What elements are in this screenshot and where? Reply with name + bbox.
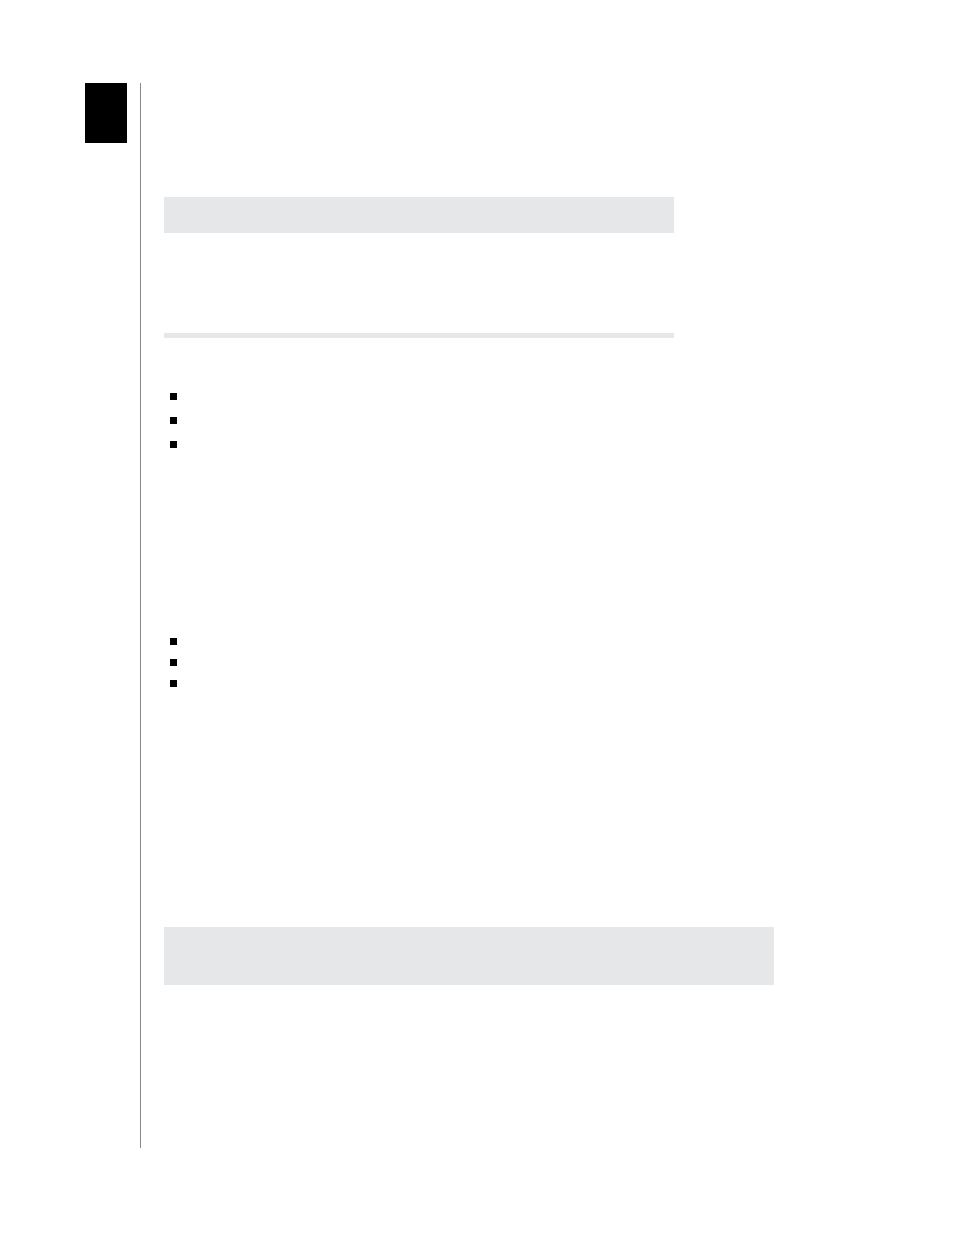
highlight-band-bottom [164,927,774,985]
section-tab-marker [85,83,127,143]
highlight-band-top [164,197,674,233]
bullet-list-2 [170,638,864,687]
bullet-icon [170,680,177,687]
bullet-icon [170,417,177,424]
bullet-list-1 [170,393,864,448]
spacer [164,92,864,152]
vertical-rule [140,83,141,1148]
bullet-icon [170,393,177,400]
horizontal-rule-band [164,333,674,338]
bullet-icon [170,638,177,645]
document-page [0,0,954,1235]
page-content [164,92,864,985]
bullet-icon [170,659,177,666]
bullet-icon [170,441,177,448]
